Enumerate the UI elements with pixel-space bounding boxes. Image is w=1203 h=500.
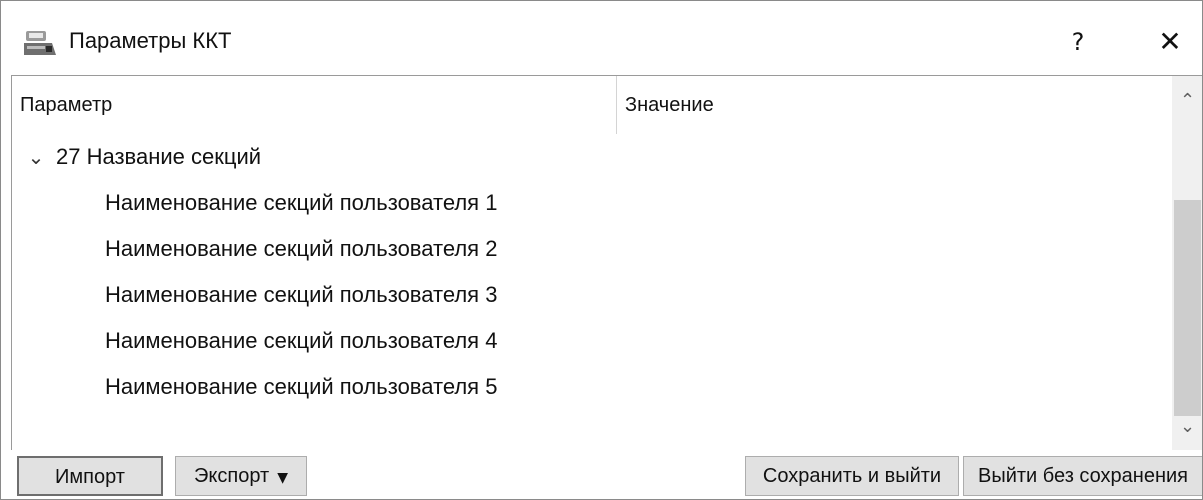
chevron-down-icon[interactable]: ⌄: [24, 134, 48, 180]
tree-item-row[interactable]: Наименование секций пользователя 5: [12, 364, 1170, 410]
dropdown-caret-icon: ▼: [277, 470, 288, 486]
title-bar: Параметры ККТ ? ✕: [1, 1, 1202, 75]
tree-item-row[interactable]: Наименование секций пользователя 3: [12, 272, 1170, 318]
column-header-parameter[interactable]: Параметр: [12, 76, 617, 134]
tree-item-label: Наименование секций пользователя 1: [105, 190, 498, 215]
scrollbar-thumb[interactable]: [1174, 200, 1201, 416]
settings-dialog: Параметры ККТ ? ✕ Параметр Значение ⌄ 27…: [0, 0, 1203, 500]
tree-item-row[interactable]: Наименование секций пользователя 2: [12, 226, 1170, 272]
tree-item-row[interactable]: Наименование секций пользователя 1: [12, 180, 1170, 226]
save-and-exit-label: Сохранить и выйти: [762, 465, 942, 487]
export-button-label: Экспорт: [194, 465, 270, 487]
tree-item-label: Наименование секций пользователя 5: [105, 374, 498, 399]
tree-group-label: 27 Название секций: [56, 144, 262, 169]
exit-without-saving-button[interactable]: Выйти без сохранения: [963, 456, 1202, 496]
window-title: Параметры ККТ: [69, 28, 232, 53]
save-and-exit-button[interactable]: Сохранить и выйти: [745, 456, 959, 496]
import-button[interactable]: Импорт: [17, 456, 163, 496]
exit-without-saving-label: Выйти без сохранения: [978, 465, 1188, 487]
close-button[interactable]: ✕: [1145, 19, 1195, 65]
tree-item-label: Наименование секций пользователя 4: [105, 328, 498, 353]
tree-group-row[interactable]: ⌄ 27 Название секций: [12, 134, 1170, 180]
tree-header: Параметр Значение: [12, 76, 1170, 134]
tree-item-label: Наименование секций пользователя 3: [105, 282, 498, 307]
tree-body: ⌄ 27 Название секций Наименование секций…: [12, 134, 1170, 450]
import-button-label: Импорт: [55, 466, 125, 488]
vertical-scrollbar[interactable]: ⌃ ⌄: [1172, 76, 1202, 450]
column-header-value[interactable]: Значение: [617, 76, 1165, 134]
tree-item-row[interactable]: Наименование секций пользователя 4: [12, 318, 1170, 364]
export-button[interactable]: Экспорт ▼: [175, 456, 307, 496]
scroll-up-arrow-icon[interactable]: ⌃: [1172, 84, 1202, 118]
help-button[interactable]: ?: [1053, 19, 1103, 65]
cash-register-icon: [24, 31, 56, 55]
scroll-down-arrow-icon[interactable]: ⌄: [1172, 410, 1202, 444]
tree-item-label: Наименование секций пользователя 2: [105, 236, 498, 261]
parameters-tree[interactable]: Параметр Значение ⌄ 27 Название секций Н…: [11, 75, 1202, 450]
